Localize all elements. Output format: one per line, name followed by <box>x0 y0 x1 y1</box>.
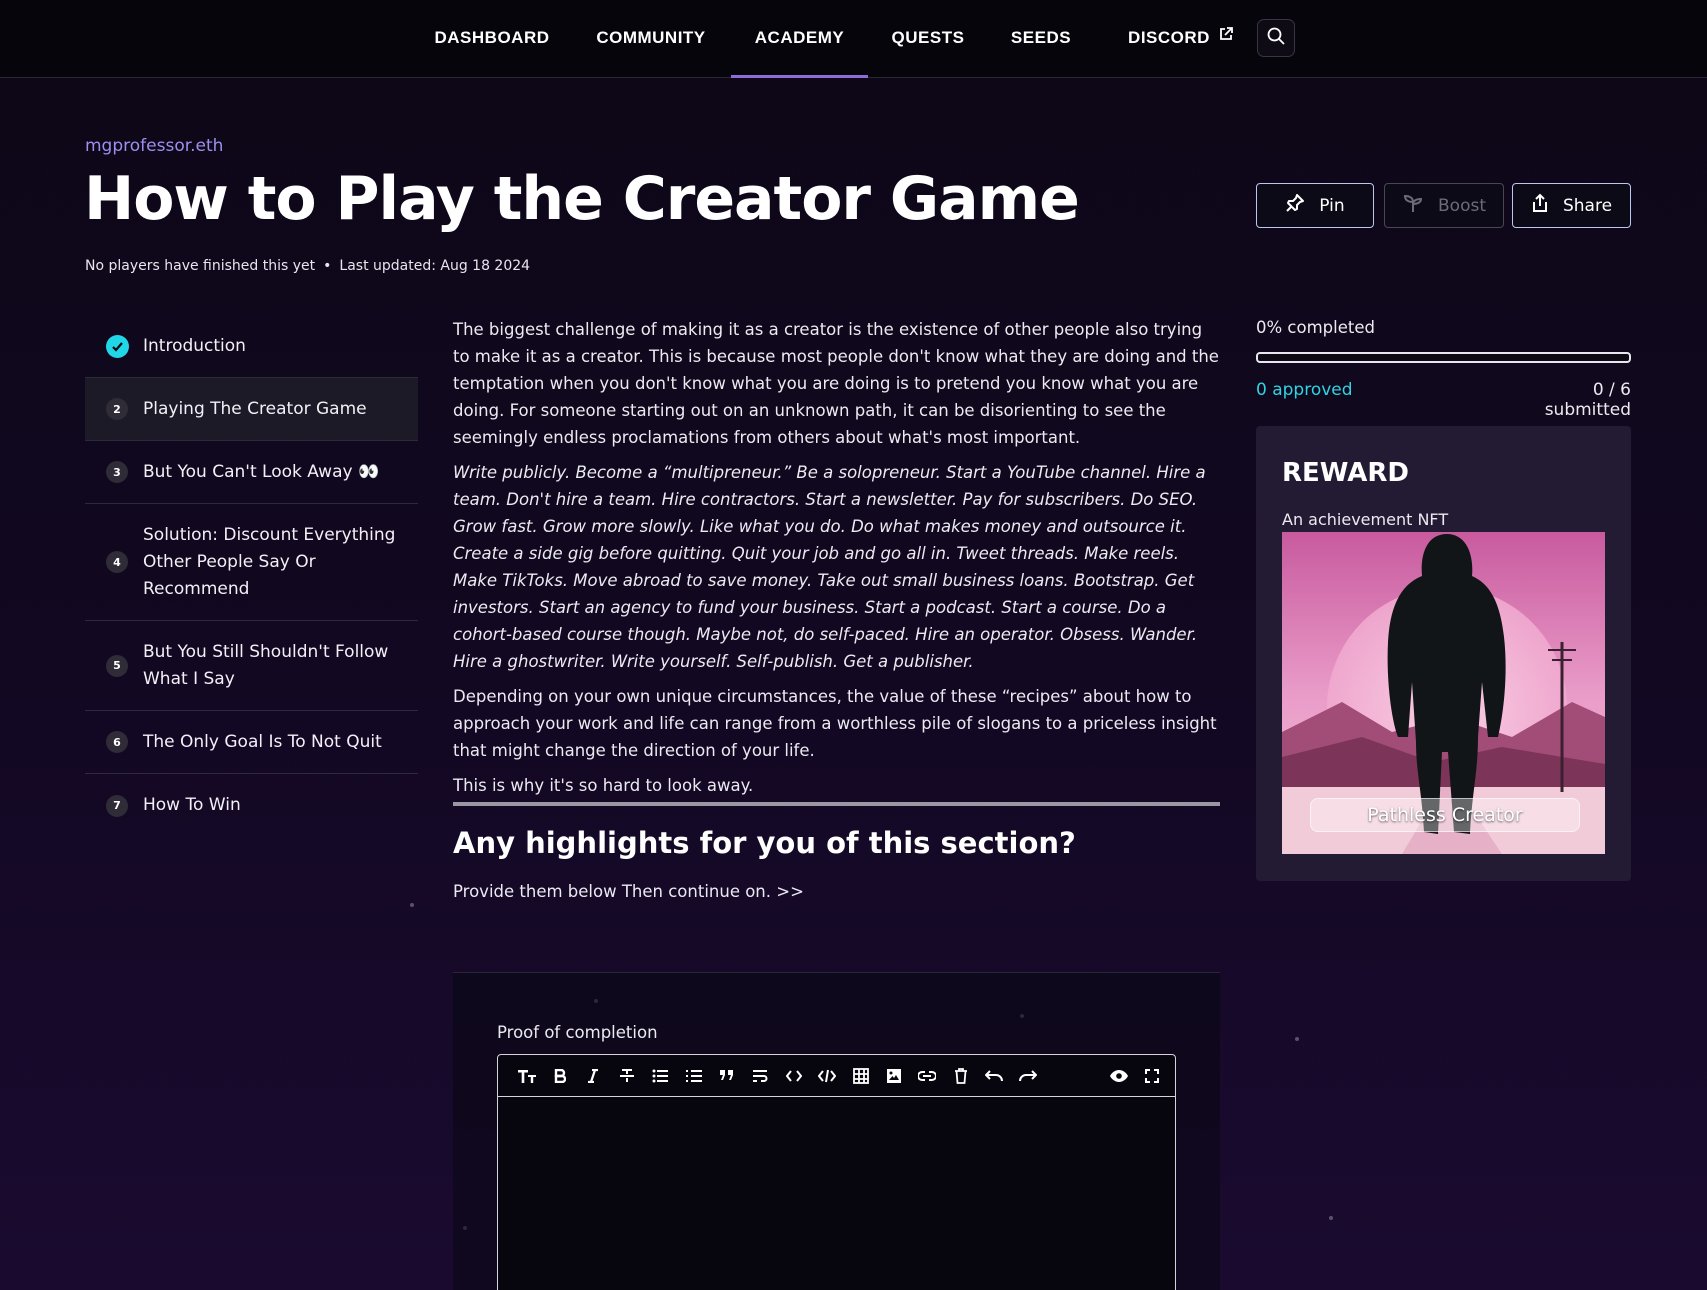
toc-label: Introduction <box>143 336 246 356</box>
nav-discord-label: DISCORD <box>1128 28 1210 47</box>
page-meta: No players have finished this yet • Last u… <box>85 258 530 274</box>
nav-discord[interactable]: DISCORD <box>1116 0 1246 78</box>
section-question: Any highlights for you of this section? <box>453 826 1076 860</box>
progress-bar <box>1256 352 1631 363</box>
toc-label: But You Still Shouldn't Follow What I Sa… <box>143 641 389 689</box>
article-paragraph: The biggest challenge of making it as a … <box>453 320 1219 447</box>
nft-label: Pathless Creator <box>1310 798 1580 832</box>
section-divider <box>453 802 1220 806</box>
toc-number: 5 <box>106 654 128 677</box>
heading-icon[interactable] <box>510 1061 543 1091</box>
preview-icon[interactable] <box>1102 1061 1135 1091</box>
page-title: How to Play the Creator Game <box>84 164 1080 234</box>
toc-item-not-quit[interactable]: 6 The Only Goal Is To Not Quit <box>85 711 418 774</box>
sprout-icon <box>1402 193 1424 218</box>
toc-label: Solution: Discount Everything Other Peop… <box>143 524 396 599</box>
boost-label: Boost <box>1438 195 1486 216</box>
editor-toolbar <box>498 1055 1175 1097</box>
toc-number: 2 <box>106 398 128 420</box>
check-icon <box>106 335 129 358</box>
inline-code-icon[interactable] <box>777 1061 810 1091</box>
toc-item-discount[interactable]: 4 Solution: Discount Everything Other Pe… <box>85 504 418 621</box>
share-label: Share <box>1562 195 1613 216</box>
toc-label: But You Can't Look Away 👀 <box>143 461 380 482</box>
nav-quests[interactable]: QUESTS <box>884 0 972 78</box>
author-link[interactable]: mgprofessor.eth <box>85 136 223 156</box>
meta-separator: • <box>323 258 332 274</box>
pin-icon <box>1285 193 1305 218</box>
toc-number: 6 <box>106 731 128 753</box>
submitted-count: 0 / 6 submitted <box>1544 380 1631 420</box>
editor-textarea[interactable] <box>498 1097 1175 1290</box>
strikethrough-icon[interactable] <box>610 1061 643 1091</box>
redo-icon[interactable] <box>1011 1061 1044 1091</box>
share-button[interactable]: Share <box>1512 183 1631 228</box>
approved-count: 0 approved <box>1256 380 1353 400</box>
last-updated: Last updated: Aug 18 2024 <box>339 258 531 274</box>
toc-item-introduction[interactable]: Introduction <box>85 316 418 378</box>
nav-academy[interactable]: ACADEMY <box>731 0 868 78</box>
fullscreen-icon[interactable] <box>1136 1061 1169 1091</box>
italic-icon[interactable] <box>577 1061 610 1091</box>
article-body: The biggest challenge of making it as a … <box>453 316 1220 807</box>
bullet-list-icon[interactable] <box>644 1061 677 1091</box>
finished-status: No players have finished this yet <box>85 258 316 274</box>
share-icon <box>1531 193 1549 218</box>
nft-image: Pathless Creator <box>1282 532 1605 854</box>
nav-community[interactable]: COMMUNITY <box>590 0 712 78</box>
toc-item-look-away[interactable]: 3 But You Can't Look Away 👀 <box>85 441 418 504</box>
toc-item-playing[interactable]: 2 Playing The Creator Game <box>85 378 418 441</box>
search-icon <box>1266 26 1286 50</box>
toolbar-right <box>1102 1061 1175 1091</box>
delete-icon[interactable] <box>944 1061 977 1091</box>
section-hint: Provide them below Then continue on. >> <box>453 882 804 901</box>
markdown-editor <box>497 1054 1176 1290</box>
undo-icon[interactable] <box>977 1061 1010 1091</box>
toc-item-dont-follow[interactable]: 5 But You Still Shouldn't Follow What I … <box>85 621 418 711</box>
article-paragraph: Depending on your own unique circumstanc… <box>453 687 1217 760</box>
toc-number: 4 <box>106 551 128 573</box>
pin-label: Pin <box>1319 195 1345 216</box>
quote-icon[interactable] <box>710 1061 743 1091</box>
reward-title: REWARD <box>1282 458 1410 488</box>
ordered-list-icon[interactable] <box>677 1061 710 1091</box>
pin-button[interactable]: Pin <box>1256 183 1374 228</box>
toc-label: The Only Goal Is To Not Quit <box>143 731 382 752</box>
bold-icon[interactable] <box>543 1061 576 1091</box>
top-nav: DASHBOARD COMMUNITY ACADEMY QUESTS SEEDS… <box>0 0 1707 78</box>
image-icon[interactable] <box>877 1061 910 1091</box>
toc-item-how-to-win[interactable]: 7 How To Win <box>85 774 418 837</box>
nav-dashboard[interactable]: DASHBOARD <box>432 0 552 78</box>
toc-number: 3 <box>106 461 128 483</box>
proof-label: Proof of completion <box>497 1023 658 1042</box>
boost-button[interactable]: Boost <box>1384 183 1504 228</box>
external-link-icon <box>1218 0 1234 75</box>
progress-label: 0% completed <box>1256 318 1375 337</box>
toc-label: Playing The Creator Game <box>143 398 367 419</box>
section-list: Introduction 2 Playing The Creator Game … <box>85 316 418 837</box>
link-icon[interactable] <box>911 1061 944 1091</box>
search-button[interactable] <box>1257 19 1295 57</box>
article-paragraph-italic: Write publicly. Become a “multipreneur.”… <box>453 463 1206 671</box>
toc-label: How To Win <box>143 795 241 815</box>
nav-seeds[interactable]: SEEDS <box>1004 0 1078 78</box>
article-paragraph: This is why it's so hard to look away. <box>453 776 754 795</box>
code-block-icon[interactable] <box>811 1061 844 1091</box>
toc-number: 7 <box>106 794 128 817</box>
table-icon[interactable] <box>844 1061 877 1091</box>
reward-subtitle: An achievement NFT <box>1282 510 1449 529</box>
hard-break-icon[interactable] <box>744 1061 777 1091</box>
